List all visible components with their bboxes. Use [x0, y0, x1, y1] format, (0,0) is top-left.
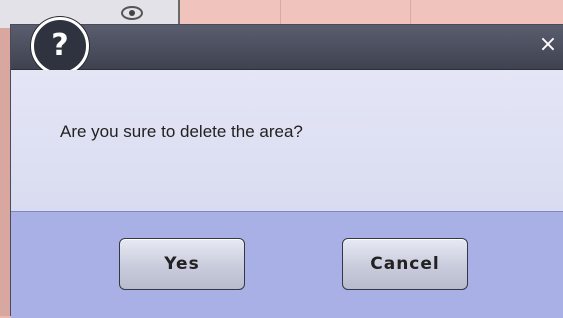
confirm-delete-dialog: × ? Are you sure to delete the area? Yes… — [10, 17, 563, 318]
yes-button[interactable]: Yes — [119, 238, 245, 290]
question-icon: ? — [31, 17, 89, 75]
dialog-content: Are you sure to delete the area? — [11, 70, 563, 211]
cancel-button[interactable]: Cancel — [342, 238, 468, 290]
dialog-message: Are you sure to delete the area? — [60, 122, 303, 141]
visibility-eye-icon[interactable] — [121, 6, 143, 20]
dialog-titlebar[interactable]: × — [11, 25, 563, 70]
dialog-button-bar: Yes Cancel — [11, 211, 563, 318]
close-icon[interactable]: × — [537, 33, 559, 57]
background-canvas-edge — [0, 28, 10, 316]
